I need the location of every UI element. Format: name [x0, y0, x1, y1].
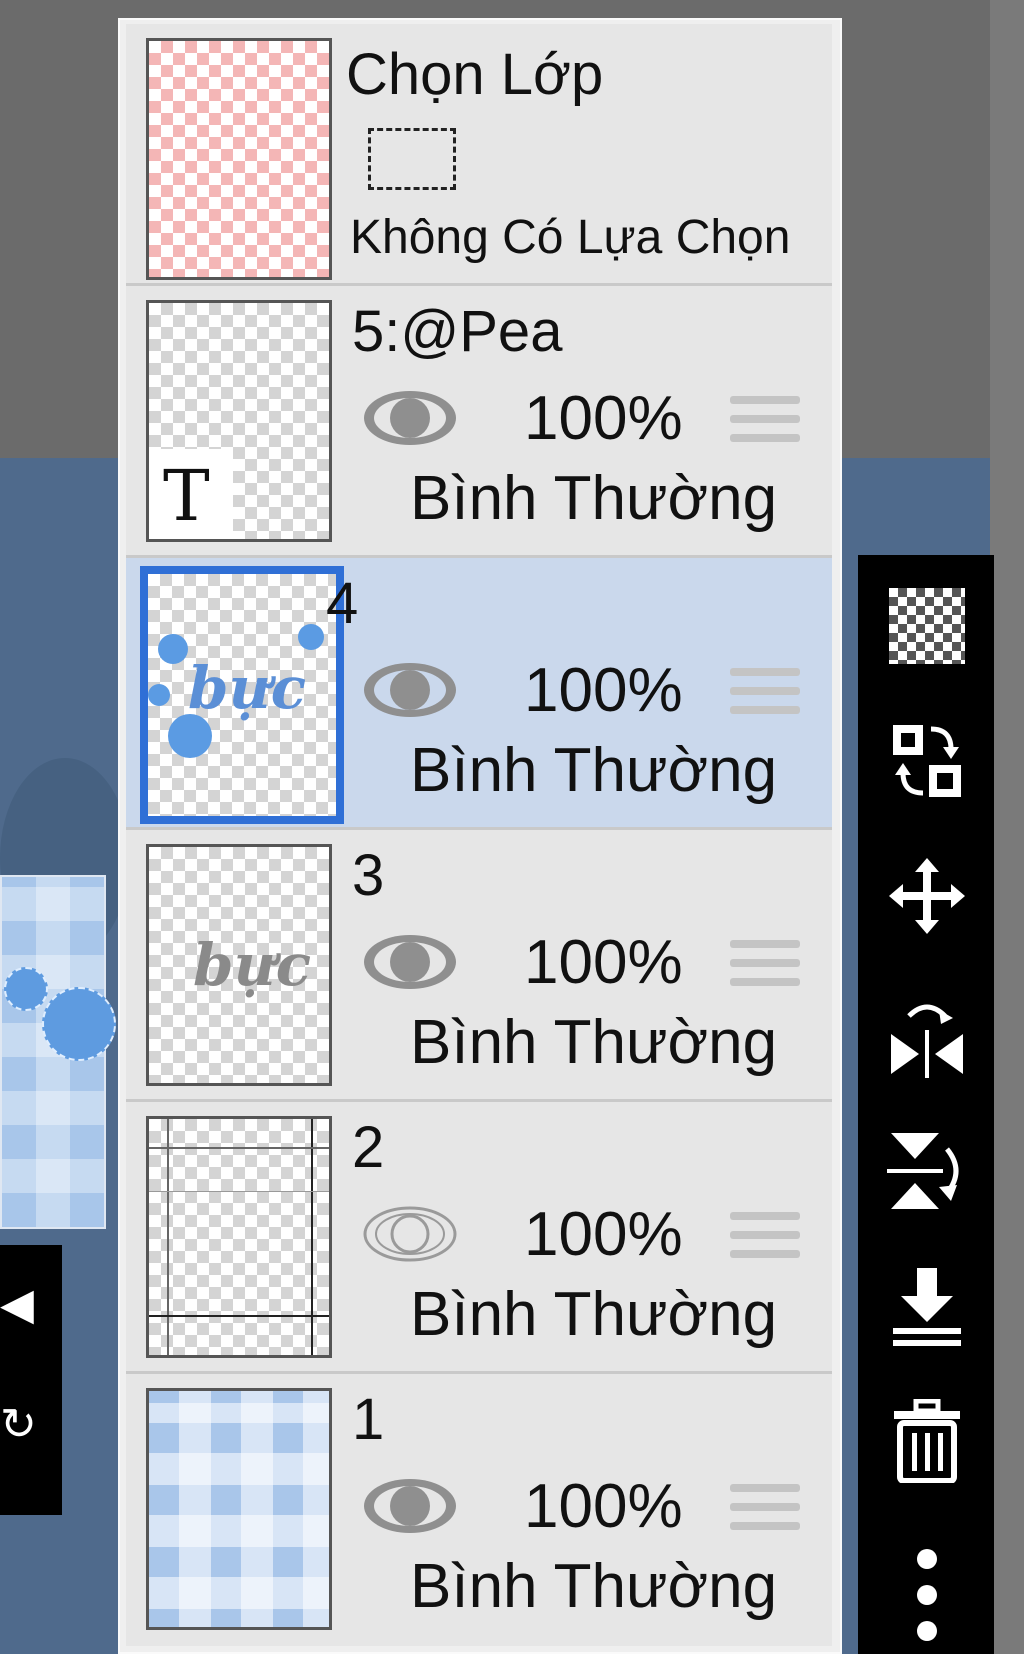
layer-name: 3 [352, 843, 385, 908]
blend-mode[interactable]: Bình Thường [410, 1552, 777, 1622]
move-icon[interactable] [886, 855, 968, 937]
selection-status: Không Có Lựa Chọn [350, 211, 791, 264]
blend-mode[interactable]: Bình Thường [410, 736, 777, 806]
layer-opacity[interactable]: 100% [524, 928, 683, 998]
more-vertical-icon[interactable] [886, 1540, 968, 1650]
layer-row[interactable]: bực 3 100% Bình Thường [126, 830, 832, 1102]
canvas-artwork-preview [0, 875, 116, 1229]
selection-layer-row[interactable]: Chọn Lớp Không Có Lựa Chọn [126, 24, 832, 286]
blend-mode[interactable]: Bình Thường [410, 464, 777, 534]
text-layer-badge: T [149, 449, 233, 539]
merge-down-icon[interactable] [886, 1265, 968, 1347]
transparency-checker-icon[interactable] [886, 585, 968, 667]
layer-thumbnail [146, 1388, 332, 1630]
blend-mode[interactable]: Bình Thường [410, 1008, 777, 1078]
drag-handle-icon[interactable] [730, 668, 800, 714]
layer-thumbnail: T [146, 300, 332, 542]
layer-panel: Chọn Lớp Không Có Lựa Chọn T 5:@Pea 100%… [118, 18, 842, 1654]
flip-tool-icon[interactable]: ◀ [0, 1275, 40, 1335]
drag-handle-icon[interactable] [730, 1212, 800, 1258]
layer-name: 1 [352, 1387, 385, 1452]
layer-row-selected[interactable]: bực 4 100% Bình Thường [126, 558, 832, 830]
layer-name: 5:@Pea [352, 299, 563, 364]
visibility-eye-hidden-icon[interactable] [362, 1204, 458, 1264]
layer-opacity[interactable]: 100% [524, 1200, 683, 1270]
drag-handle-icon[interactable] [730, 940, 800, 986]
layer-name: 4 [326, 571, 359, 636]
layer-row[interactable]: T 5:@Pea 100% Bình Thường [126, 286, 832, 558]
selection-layer-title: Chọn Lớp [346, 42, 604, 107]
layer-thumbnail: bực [140, 566, 344, 824]
layer-row[interactable]: 1 100% Bình Thường [126, 1374, 832, 1646]
blend-mode[interactable]: Bình Thường [410, 1280, 777, 1350]
layer-thumbnail [146, 1116, 332, 1358]
flip-vertical-icon[interactable] [886, 1130, 968, 1212]
flip-horizontal-icon[interactable] [886, 995, 968, 1078]
selection-marquee-icon [368, 128, 456, 190]
drag-handle-icon[interactable] [730, 396, 800, 442]
visibility-eye-icon[interactable] [362, 1476, 458, 1536]
layer-opacity[interactable]: 100% [524, 656, 683, 726]
layer-thumbnail: bực [146, 844, 332, 1086]
layer-name: 2 [352, 1115, 385, 1180]
drag-handle-icon[interactable] [730, 1484, 800, 1530]
layer-row[interactable]: 2 100% Bình Thường [126, 1102, 832, 1374]
visibility-eye-icon[interactable] [362, 388, 458, 448]
visibility-eye-icon[interactable] [362, 660, 458, 720]
text-layer-icon: T [163, 455, 210, 537]
canvas-edge [990, 0, 1024, 1654]
layer-opacity[interactable]: 100% [524, 384, 683, 454]
swap-layers-icon[interactable] [886, 720, 968, 802]
selection-layer-thumbnail [146, 38, 332, 280]
visibility-eye-icon[interactable] [362, 932, 458, 992]
left-tool-strip: ◀ ↻ [0, 1245, 62, 1515]
rotate-tool-icon[interactable]: ↻ [0, 1395, 40, 1455]
layer-thumbnail-text: bực [188, 654, 307, 722]
layer-opacity[interactable]: 100% [524, 1472, 683, 1542]
layer-toolbar [858, 555, 994, 1654]
layer-thumbnail-text: bực [193, 931, 312, 999]
trash-icon[interactable] [886, 1399, 968, 1483]
